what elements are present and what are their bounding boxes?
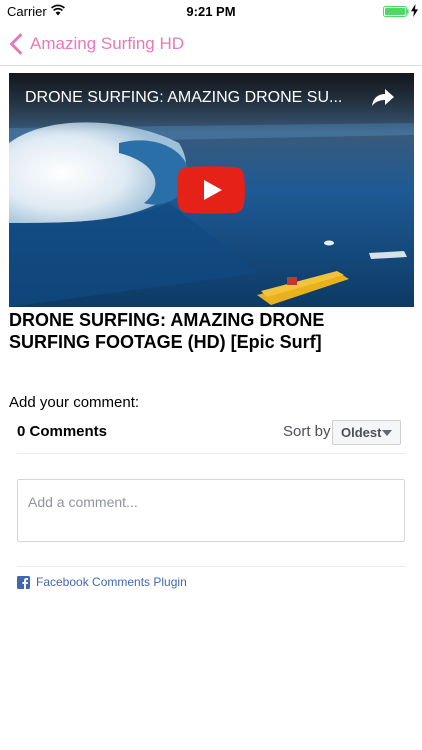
status-bar: Carrier 9:21 PM xyxy=(0,0,422,22)
sort-selected-value: Oldest xyxy=(341,425,382,440)
video-overlay-title[interactable]: DRONE SURFING: AMAZING DRONE SU... xyxy=(25,89,365,107)
facebook-icon xyxy=(17,575,30,589)
comments-count: 0 Comments xyxy=(17,423,108,440)
facebook-comments-plugin-link[interactable]: Facebook Comments Plugin xyxy=(17,575,187,589)
chevron-left-icon xyxy=(10,33,22,55)
share-arrow-icon[interactable] xyxy=(371,87,395,107)
sort-dropdown[interactable]: Oldest xyxy=(332,420,401,445)
battery-icon xyxy=(383,6,409,17)
add-comment-label: Add your comment: xyxy=(9,394,140,411)
youtube-play-icon[interactable] xyxy=(177,166,245,214)
video-heading: DRONE SURFING: AMAZING DRONE SURFING FOO… xyxy=(9,310,325,352)
navigation-bar: Amazing Surfing HD xyxy=(0,22,422,66)
sort-label: Sort by xyxy=(283,423,331,440)
divider xyxy=(17,453,405,454)
back-title: Amazing Surfing HD xyxy=(30,34,185,53)
charging-bolt-icon xyxy=(411,4,418,17)
video-player[interactable]: DRONE SURFING: AMAZING DRONE SU... xyxy=(9,73,414,307)
facebook-plugin-label: Facebook Comments Plugin xyxy=(36,575,187,589)
clock-time: 9:21 PM xyxy=(186,4,236,19)
caret-down-icon xyxy=(382,430,392,436)
divider xyxy=(17,566,405,567)
comment-input[interactable] xyxy=(17,479,405,542)
back-button[interactable]: Amazing Surfing HD xyxy=(8,22,184,66)
